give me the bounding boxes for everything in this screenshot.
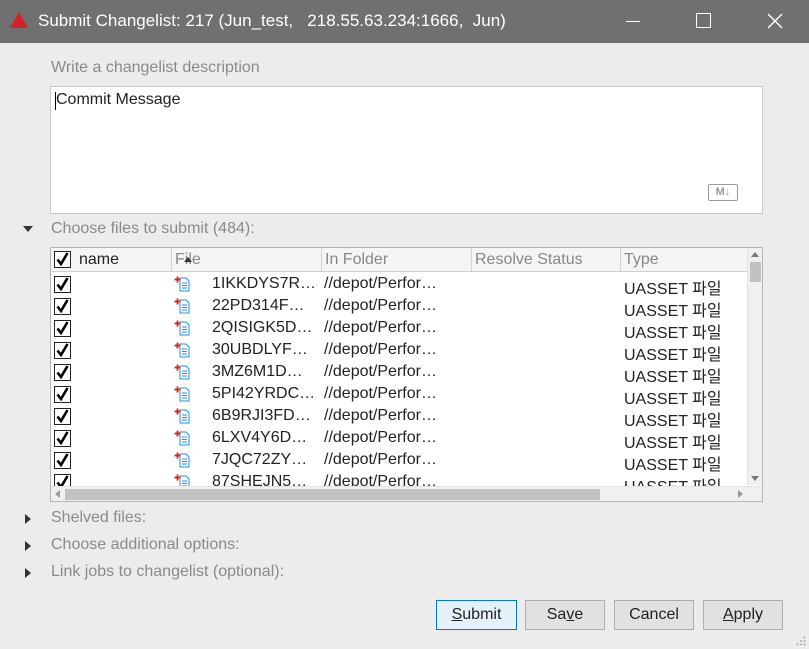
table-row[interactable]: 30UBDLYF…//depot/Perfor… UASSET 파일: [51, 339, 747, 364]
close-icon: [767, 13, 783, 29]
table-row[interactable]: 6B9RJI3FD…//depot/Perfor… UASSET 파일: [51, 405, 747, 430]
files-section-expand-toggle[interactable]: [23, 226, 33, 232]
file-added-icon: [174, 386, 190, 402]
column-header-resolve-status[interactable]: Resolve Status: [472, 248, 621, 272]
column-header-name[interactable]: name: [76, 248, 172, 272]
row-checkbox[interactable]: [54, 342, 71, 359]
file-name-cell: 30UBDLYF…: [212, 341, 308, 358]
table-row[interactable]: 5PI42YRDC…//depot/Perfor… UASSET 파일: [51, 383, 747, 408]
file-added-icon: [174, 364, 190, 380]
file-name-cell: 7JQC72ZY…: [212, 451, 308, 468]
apply-button[interactable]: Apply: [703, 600, 783, 630]
horizontal-scroll-thumb[interactable]: [65, 489, 600, 500]
row-checkbox[interactable]: [54, 430, 71, 447]
folder-cell: //depot/Perfor…: [324, 341, 437, 358]
checkmark-icon: [56, 365, 69, 379]
folder-cell: //depot/Perfor…: [324, 429, 437, 446]
column-header-in-folder[interactable]: In Folder: [322, 248, 472, 272]
file-added-icon: [174, 430, 190, 446]
link-jobs-label: Link jobs to changelist (optional):: [51, 563, 285, 580]
checkmark-icon: [56, 252, 69, 266]
folder-cell: //depot/Perfor…: [324, 407, 437, 424]
column-header-file[interactable]: File: [172, 248, 322, 272]
checkmark-icon: [56, 321, 69, 335]
folder-cell: //depot/Perfor…: [324, 275, 437, 292]
checkmark-icon: [56, 299, 69, 313]
row-checkbox[interactable]: [54, 408, 71, 425]
link-jobs-expand-toggle[interactable]: [25, 568, 31, 578]
additional-options-expand-toggle[interactable]: [25, 541, 31, 551]
scroll-left-arrow-icon[interactable]: [55, 490, 60, 498]
scroll-up-arrow-icon[interactable]: [751, 252, 759, 257]
resize-grip-icon[interactable]: [796, 636, 806, 646]
row-checkbox[interactable]: [54, 452, 71, 469]
files-section-label: Choose files to submit (484):: [51, 220, 255, 237]
row-checkbox[interactable]: [54, 298, 71, 315]
app-logo-icon: [10, 12, 28, 28]
scroll-right-arrow-icon[interactable]: [738, 490, 743, 498]
maximize-button[interactable]: [680, 0, 726, 43]
file-name-cell: 1IKKDYS7R…: [212, 275, 317, 292]
scroll-down-arrow-icon[interactable]: [751, 476, 759, 481]
sort-ascending-icon: [184, 257, 192, 262]
minimize-button[interactable]: [610, 0, 656, 43]
file-name-cell: 5PI42YRDC…: [212, 385, 316, 402]
file-name-cell: 6B9RJI3FD…: [212, 407, 311, 424]
folder-cell: //depot/Perfor…: [324, 385, 437, 402]
vertical-scroll-thumb[interactable]: [750, 262, 761, 282]
table-row[interactable]: 2QISIGK5D…//depot/Perfor… UASSET 파일: [51, 317, 747, 342]
folder-cell: //depot/Perfor…: [324, 297, 437, 314]
title-bar[interactable]: Submit Changelist: 217 (Jun_test, 218.55…: [0, 0, 809, 43]
shelved-files-expand-toggle[interactable]: [25, 514, 31, 524]
table-row[interactable]: 1IKKDYS7R…//depot/Perfor… UASSET 파일: [51, 273, 747, 298]
save-button[interactable]: Save: [525, 600, 605, 630]
table-header: name File In Folder Resolve Status Type: [51, 248, 747, 272]
file-added-icon: [174, 320, 190, 336]
description-textarea[interactable]: Commit Message M↓: [50, 86, 763, 214]
select-all-checkbox[interactable]: [54, 251, 71, 268]
checkmark-icon: [56, 409, 69, 423]
folder-cell: //depot/Perfor…: [324, 451, 437, 468]
shelved-files-label: Shelved files:: [51, 509, 147, 526]
file-added-icon: [174, 408, 190, 424]
table-row[interactable]: 22PD314F…//depot/Perfor… UASSET 파일: [51, 295, 747, 320]
checkmark-icon: [56, 431, 69, 445]
close-button[interactable]: [752, 0, 798, 43]
row-checkbox[interactable]: [54, 276, 71, 293]
folder-cell: //depot/Perfor…: [324, 363, 437, 380]
checkmark-icon: [56, 387, 69, 401]
file-name-cell: 2QISIGK5D…: [212, 319, 313, 336]
file-added-icon: [174, 276, 190, 292]
description-label: Write a changelist description: [51, 59, 260, 76]
file-name-cell: 22PD314F…: [212, 297, 305, 314]
row-checkbox[interactable]: [54, 320, 71, 337]
table-row[interactable]: 3MZ6M1D…//depot/Perfor… UASSET 파일: [51, 361, 747, 386]
file-name-cell: 3MZ6M1D…: [212, 363, 303, 380]
checkmark-icon: [56, 343, 69, 357]
description-text: Commit Message: [56, 91, 181, 108]
checkmark-icon: [56, 453, 69, 467]
file-name-cell: 6LXV4Y6D…: [212, 429, 308, 446]
vertical-scrollbar[interactable]: [747, 248, 762, 485]
column-header-type[interactable]: Type: [621, 248, 747, 272]
row-checkbox[interactable]: [54, 386, 71, 403]
files-table[interactable]: name File In Folder Resolve Status Type …: [50, 247, 763, 502]
file-added-icon: [174, 342, 190, 358]
row-checkbox[interactable]: [54, 364, 71, 381]
additional-options-label: Choose additional options:: [51, 536, 240, 553]
horizontal-scrollbar[interactable]: [51, 486, 762, 501]
window-title: Submit Changelist: 217 (Jun_test, 218.55…: [38, 11, 506, 30]
cancel-button[interactable]: Cancel: [614, 600, 694, 630]
submit-button[interactable]: Submit: [436, 600, 517, 630]
table-row[interactable]: 7JQC72ZY…//depot/Perfor… UASSET 파일: [51, 449, 747, 474]
markdown-icon[interactable]: M↓: [708, 184, 738, 201]
table-row[interactable]: 6LXV4Y6D…//depot/Perfor… UASSET 파일: [51, 427, 747, 452]
file-added-icon: [174, 452, 190, 468]
folder-cell: //depot/Perfor…: [324, 319, 437, 336]
checkmark-icon: [56, 277, 69, 291]
file-added-icon: [174, 298, 190, 314]
